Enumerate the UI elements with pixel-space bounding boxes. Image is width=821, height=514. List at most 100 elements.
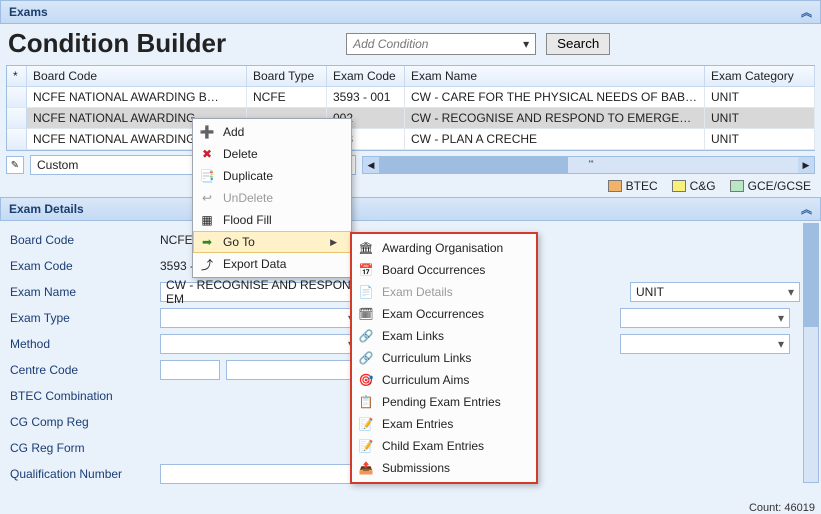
goto-submenu[interactable]: 🏛Awarding Organisation 📅 Board Occurrences… <box>350 232 538 484</box>
exams-panel-header[interactable]: Exams ︽ <box>0 0 821 24</box>
filter-mode-value: Custom <box>37 158 78 172</box>
scroll-left-icon[interactable]: ◀ <box>363 157 379 173</box>
exam-type-label: Exam Type <box>10 311 160 325</box>
col-star[interactable]: * <box>7 66 27 87</box>
submenu-item-curriculum-links[interactable]: 🔗Curriculum Links <box>352 347 536 369</box>
legend-item: GCE/GCSE <box>730 179 811 193</box>
qualification-number-input[interactable] <box>160 464 360 484</box>
scroll-thumb[interactable] <box>379 157 568 173</box>
exam-code-label: Exam Code <box>10 259 160 273</box>
submenu-icon: 📅 <box>358 262 374 278</box>
chevron-down-icon: ▾ <box>523 37 529 51</box>
legend-swatch <box>608 180 622 192</box>
collapse-icon[interactable]: ︽ <box>801 201 812 217</box>
table-row[interactable]: NCFE NATIONAL AWARDING003CW - PLAN A CRE… <box>7 129 814 150</box>
filter-mode-dropdown[interactable]: Custom▾ <box>30 155 210 175</box>
submenu-icon: 🗓 <box>358 306 374 322</box>
grid-header-row: * Board Code Board Type Exam Code Exam N… <box>7 66 814 87</box>
board-code-label: Board Code <box>10 233 160 247</box>
submenu-item-submissions[interactable]: 📤Submissions <box>352 457 536 479</box>
submenu-item-curriculum-aims[interactable]: 🎯Curriculum Aims <box>352 369 536 391</box>
submenu-item-label: Board Occurrences <box>382 263 485 277</box>
submenu-icon: 📝 <box>358 416 374 432</box>
menu-item-label: Export Data <box>223 257 286 271</box>
menu-item-export-data[interactable]: ⤴Export Data <box>193 253 351 275</box>
col-board-type[interactable]: Board Type <box>247 66 327 87</box>
exam-type-dropdown[interactable] <box>160 308 360 328</box>
cg-form-label: CG Reg Form <box>10 441 160 455</box>
table-cell: CW - PLAN A CRECHE <box>405 129 705 150</box>
submenu-icon: 🔗 <box>358 328 374 344</box>
menu-item-flood-fill[interactable]: ▦Flood Fill <box>193 209 351 231</box>
submenu-item-label: Exam Details <box>382 285 453 299</box>
submenu-item-awarding-organisation[interactable]: 🏛Awarding Organisation <box>352 237 536 259</box>
submenu-item-label: Exam Occurrences <box>382 307 484 321</box>
submenu-item-label: Child Exam Entries <box>382 439 484 453</box>
table-cell: CW - CARE FOR THE PHYSICAL NEEDS OF BABI… <box>405 87 705 108</box>
centre-code-input-2[interactable] <box>226 360 356 380</box>
submenu-icon: 📤 <box>358 460 374 476</box>
submenu-item-label: Awarding Organisation <box>382 241 503 255</box>
search-button[interactable]: Search <box>546 33 610 55</box>
table-cell <box>7 87 27 108</box>
menu-item-go-to[interactable]: ➡Go To▶ <box>193 231 351 253</box>
legend-label: GCE/GCSE <box>748 179 811 193</box>
submenu-item-exam-entries[interactable]: 📝 Exam Entries <box>352 413 536 435</box>
table-cell: CW - RECOGNISE AND RESPOND TO EMERGENCIE… <box>405 108 705 129</box>
submenu-item-board-occurrences[interactable]: 📅 Board Occurrences <box>352 259 536 281</box>
collapse-icon[interactable]: ︽ <box>801 4 812 20</box>
col-board-code[interactable]: Board Code <box>27 66 247 87</box>
method-label: Method <box>10 337 160 351</box>
submenu-icon: 📋 <box>358 394 374 410</box>
legend-swatch <box>672 180 686 192</box>
method-dropdown-2[interactable] <box>620 334 790 354</box>
table-cell: UNIT <box>705 129 815 150</box>
col-exam-code[interactable]: Exam Code <box>327 66 405 87</box>
results-grid: * Board Code Board Type Exam Code Exam N… <box>6 65 815 151</box>
menu-item-delete[interactable]: ✖ Delete <box>193 143 351 165</box>
exam-type-dropdown-2[interactable] <box>620 308 790 328</box>
submenu-item-child-exam-entries[interactable]: 📝Child Exam Entries <box>352 435 536 457</box>
add-condition-dropdown[interactable]: Add Condition ▾ <box>346 33 536 55</box>
delete-icon: ✖ <box>199 146 215 162</box>
grid-hscrollbar[interactable]: ◀ ''' ▶ <box>362 156 815 174</box>
menu-item-duplicate[interactable]: 📑Duplicate <box>193 165 351 187</box>
table-row[interactable]: NCFE NATIONAL AWARDING B…NCFE3593 - 001C… <box>7 87 814 108</box>
table-cell: NCFE NATIONAL AWARDING B… <box>27 87 247 108</box>
goto-icon: ➡ <box>199 234 215 250</box>
cg-comp-label: CG Comp Reg <box>10 415 160 429</box>
exam-category-dropdown[interactable]: UNIT <box>630 282 800 302</box>
table-row[interactable]: NCFE NATIONAL AWARDING002CW - RECOGNISE … <box>7 108 814 129</box>
scroll-track[interactable]: ''' <box>379 157 798 173</box>
col-exam-category[interactable]: Exam Category <box>705 66 815 87</box>
context-menu[interactable]: ➕Add ✖ Delete 📑Duplicate↩UnDelete▦Flood Fil… <box>192 118 352 278</box>
submenu-item-pending-exam-entries[interactable]: 📋Pending Exam Entries <box>352 391 536 413</box>
table-cell: UNIT <box>705 108 815 129</box>
submenu-item-label: Exam Links <box>382 329 444 343</box>
method-dropdown[interactable] <box>160 334 360 354</box>
centre-code-label: Centre Code <box>10 363 160 377</box>
vscroll-thumb[interactable] <box>804 224 818 327</box>
submenu-item-label: Exam Entries <box>382 417 453 431</box>
scroll-tick: ''' <box>589 159 594 169</box>
centre-code-input-1[interactable] <box>160 360 220 380</box>
submenu-item-exam-links[interactable]: 🔗 Exam Links <box>352 325 536 347</box>
exam-details-header[interactable]: Exam Details ︽ <box>0 197 821 221</box>
col-exam-name[interactable]: Exam Name <box>405 66 705 87</box>
exam-name-label: Exam Name <box>10 285 160 299</box>
panel-title: Exams <box>9 5 48 19</box>
menu-item-label: Delete <box>223 147 258 161</box>
submenu-item-exam-occurrences[interactable]: 🗓 Exam Occurrences <box>352 303 536 325</box>
menu-item-undelete: ↩UnDelete <box>193 187 351 209</box>
table-cell: 3593 - 001 <box>327 87 405 108</box>
menu-item-add[interactable]: ➕Add <box>193 121 351 143</box>
table-cell: UNIT <box>705 87 815 108</box>
builder-row: Condition Builder Add Condition ▾ Search <box>0 24 821 65</box>
legend-label: BTEC <box>626 179 658 193</box>
page-title: Condition Builder <box>8 28 226 59</box>
legend-label: C&G <box>690 179 716 193</box>
add-icon: ➕ <box>199 124 215 140</box>
details-vscrollbar[interactable] <box>803 223 819 483</box>
filter-edit-icon[interactable]: ✎ <box>6 156 24 174</box>
scroll-right-icon[interactable]: ▶ <box>798 157 814 173</box>
